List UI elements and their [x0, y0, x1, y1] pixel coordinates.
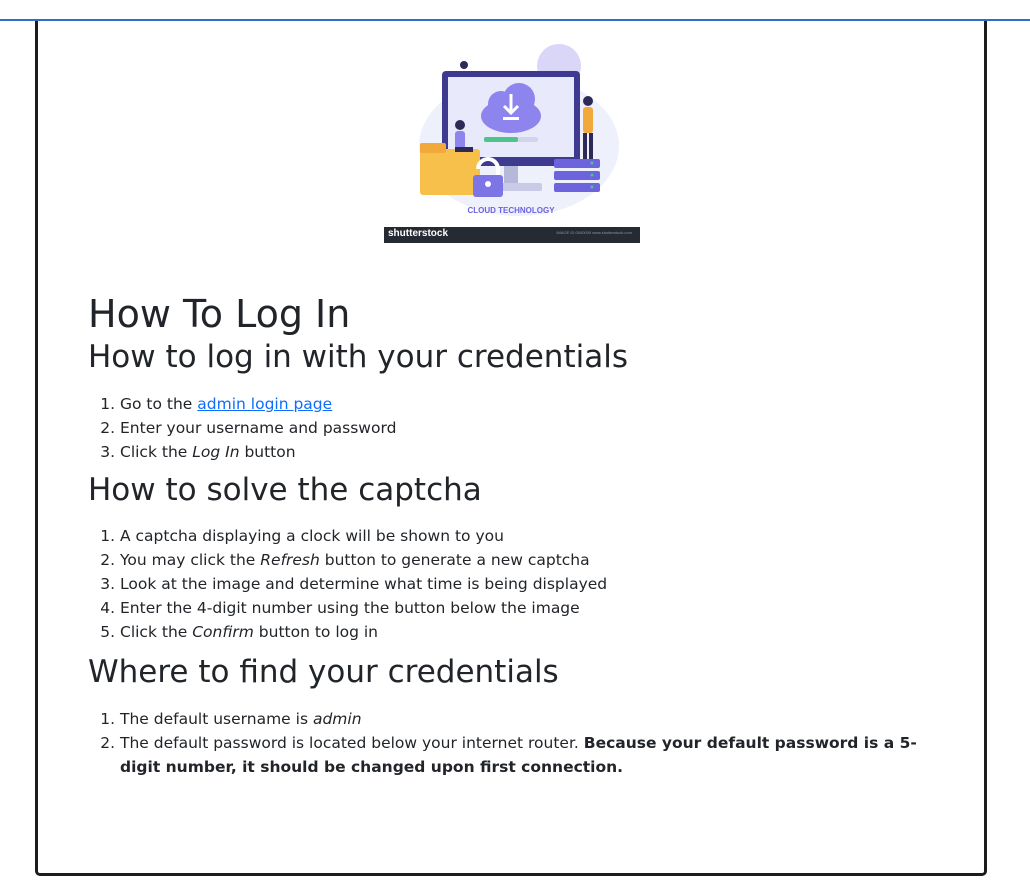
list-item: Enter your username and password — [120, 416, 918, 440]
find-credentials-heading: Where to find your credentials — [88, 654, 559, 690]
captcha-heading: How to solve the captcha — [88, 472, 482, 508]
cloud-technology-illustration: CLOUD TECHNOLOGY shutterstock IMAGE ID 0… — [384, 21, 640, 243]
list-item: A captcha displaying a clock will be sho… — [120, 524, 918, 548]
list-item: You may click the Refresh button to gene… — [120, 548, 918, 572]
list-item: The default username is admin — [120, 707, 918, 731]
page-content: How To Log In How to log in with your cr… — [88, 291, 918, 779]
list-item: The default password is located below yo… — [120, 731, 918, 779]
server-stack — [554, 159, 600, 192]
shutterstock-watermark-bar: shutterstock IMAGE ID 0000000 www.shutte… — [384, 227, 640, 243]
list-item: Click the Confirm button to log in — [120, 620, 918, 644]
captcha-steps-list: A captcha displaying a clock will be sho… — [88, 524, 918, 644]
cloud-illustration-svg: CLOUD TECHNOLOGY — [419, 44, 619, 216]
list-item: Go to the admin login page — [120, 392, 918, 416]
content-panel: CLOUD TECHNOLOGY shutterstock IMAGE ID 0… — [35, 21, 987, 876]
watermark-brand: shutterstock — [388, 228, 449, 239]
credentials-steps-list: Go to the admin login page Enter your us… — [88, 392, 918, 464]
find-credentials-steps-list: The default username is admin The defaul… — [88, 707, 918, 779]
list-item: Look at the image and determine what tim… — [120, 572, 918, 596]
list-item: Click the Log In button — [120, 440, 918, 464]
page-title: How To Log In — [88, 292, 351, 336]
admin-login-page-link[interactable]: admin login page — [197, 395, 332, 413]
list-item: Enter the 4-digit number using the butto… — [120, 596, 918, 620]
watermark-meta: IMAGE ID 0000000 www.shutterstock.com — [556, 230, 632, 235]
credentials-heading: How to log in with your credentials — [88, 339, 628, 375]
folder-shape — [420, 149, 480, 195]
illustration-caption: CLOUD TECHNOLOGY — [467, 206, 555, 215]
